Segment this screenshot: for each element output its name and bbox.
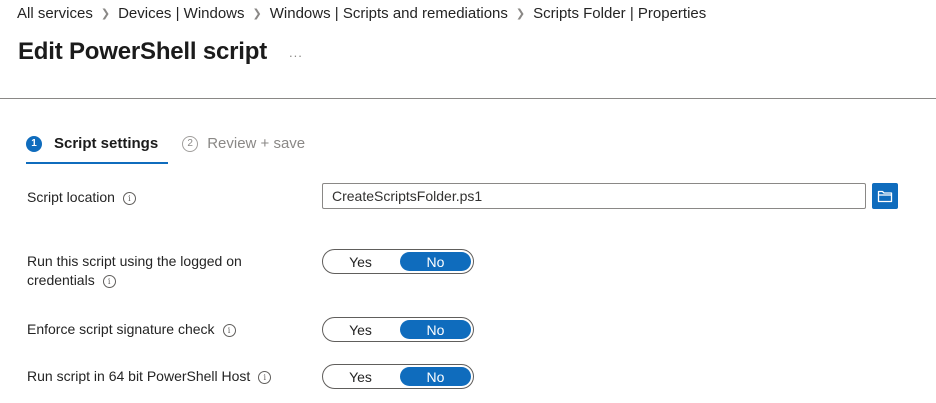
run-logged-on-label: Run this script using the logged on cred… xyxy=(27,252,242,290)
info-icon[interactable]: i xyxy=(258,371,272,384)
breadcrumb: All services ❯ Devices | Windows ❯ Windo… xyxy=(17,5,706,22)
run-64bit-no-option[interactable]: No xyxy=(400,367,471,386)
info-icon[interactable]: i xyxy=(102,275,116,288)
browse-file-button[interactable] xyxy=(872,183,898,209)
signature-check-label: Enforce script signature check i xyxy=(27,320,236,339)
field-label: Script location xyxy=(27,189,115,205)
signature-check-no-option[interactable]: No xyxy=(400,320,471,339)
field-label: Enforce script signature check xyxy=(27,321,215,337)
info-icon[interactable]: i xyxy=(122,192,136,205)
breadcrumb-all-services[interactable]: All services xyxy=(17,5,93,22)
folder-open-icon xyxy=(877,190,893,203)
more-options-button[interactable]: ... xyxy=(289,45,303,60)
step-number-badge: 2 xyxy=(182,135,199,152)
active-step-indicator xyxy=(26,162,168,164)
page-title: Edit PowerShell script xyxy=(18,38,267,65)
script-location-label: Script location i xyxy=(27,188,136,207)
chevron-right-icon: ❯ xyxy=(100,8,111,20)
step-number-badge: 1 xyxy=(26,135,42,152)
field-label: credentials xyxy=(27,272,95,288)
tab-script-settings[interactable]: 1 Script settings xyxy=(26,135,158,152)
chevron-right-icon: ❯ xyxy=(252,8,262,20)
info-icon[interactable]: i xyxy=(222,324,236,337)
breadcrumb-devices-windows[interactable]: Devices | Windows xyxy=(118,5,244,22)
run-64bit-toggle: Yes No xyxy=(322,364,474,389)
breadcrumb-scripts-folder-properties[interactable]: Scripts Folder | Properties xyxy=(533,5,706,22)
field-label: Run this script using the logged on xyxy=(27,253,242,269)
wizard-steps: 1 Script settings 2 Review + save xyxy=(26,135,305,152)
chevron-right-icon: ❯ xyxy=(515,8,526,20)
signature-check-yes-option[interactable]: Yes xyxy=(325,320,396,339)
title-row: Edit PowerShell script ... xyxy=(18,38,303,66)
signature-check-toggle: Yes No xyxy=(322,317,474,342)
step-label: Review + save xyxy=(207,135,306,152)
run-logged-on-toggle: Yes No xyxy=(322,249,474,274)
run-logged-on-yes-option[interactable]: Yes xyxy=(325,252,396,271)
run-logged-on-no-option[interactable]: No xyxy=(400,252,471,271)
breadcrumb-scripts-remediations[interactable]: Windows | Scripts and remediations xyxy=(270,5,508,22)
header-divider xyxy=(0,98,936,99)
step-label: Script settings xyxy=(54,135,159,152)
tab-review-save[interactable]: 2 Review + save xyxy=(182,135,305,152)
script-location-input[interactable]: CreateScriptsFolder.ps1 xyxy=(322,183,866,209)
run-64bit-yes-option[interactable]: Yes xyxy=(325,367,396,386)
run-64bit-label: Run script in 64 bit PowerShell Host i xyxy=(27,367,272,386)
field-label: Run script in 64 bit PowerShell Host xyxy=(27,368,251,384)
